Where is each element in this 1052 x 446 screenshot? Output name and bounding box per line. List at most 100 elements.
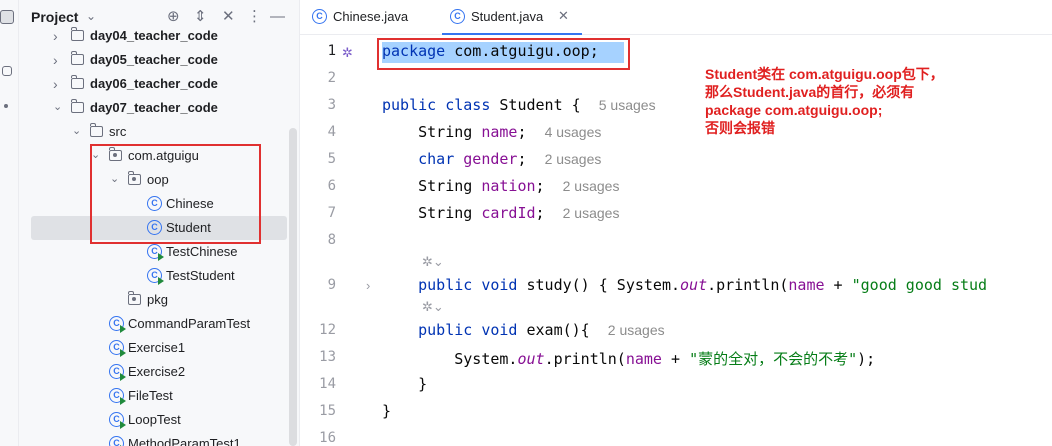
line-number: 15 — [319, 403, 336, 419]
annotation-line: Student类在 com.atguigu.oop包下， — [705, 66, 944, 82]
usages-hint[interactable]: 2 usages — [563, 205, 620, 221]
tree-item-label: MethodParamTest1 — [128, 436, 241, 446]
class-icon: C — [312, 9, 327, 24]
ai-assistant-icon[interactable]: ✲⌄ — [422, 254, 444, 270]
chevron-down-icon[interactable]: ⌄ — [72, 124, 81, 137]
runnable-class-icon: C — [147, 244, 164, 261]
code-token: out — [680, 276, 708, 294]
package-highlight-box — [90, 144, 261, 244]
line-number: 12 — [319, 322, 336, 338]
code-line[interactable]: public class Student { 5 usages — [382, 96, 656, 114]
usages-hint[interactable]: 2 usages — [545, 151, 602, 167]
code-token: "good good stud — [851, 276, 988, 294]
code-line[interactable]: System.out.println(name + "蒙的全对，不会的不考"); — [382, 348, 875, 369]
code-line[interactable]: String name; 4 usages — [382, 123, 601, 141]
tool-window-strip — [0, 0, 19, 446]
code-line[interactable]: String nation; 2 usages — [382, 177, 619, 195]
line-number: 13 — [319, 349, 336, 365]
editor-tab-bar: C Chinese.java C Student.java ✕ — [300, 0, 1052, 35]
code-token: ; — [535, 177, 563, 195]
project-panel-title[interactable]: Project — [31, 9, 78, 25]
code-token: study() { System. — [526, 276, 681, 294]
tree-item[interactable]: ⌄ src — [19, 120, 287, 144]
tree-item-label: day06_teacher_code — [90, 76, 218, 91]
tree-item-label: LoopTest — [128, 412, 181, 427]
code-token: + — [824, 276, 852, 294]
tree-item-label: CommandParamTest — [128, 316, 251, 331]
code-token: } — [382, 402, 392, 420]
code-token: public class — [382, 96, 500, 114]
line-number: 8 — [327, 232, 336, 248]
structure-tool-icon[interactable] — [2, 66, 12, 76]
tree-item[interactable]: › day06_teacher_code — [19, 72, 287, 96]
usages-hint[interactable]: 2 usages — [608, 322, 665, 338]
class-icon: C — [450, 9, 465, 24]
code-token: cardId — [481, 204, 536, 222]
ai-assistant-icon[interactable]: ✲ — [342, 45, 353, 61]
code-token: out — [517, 350, 545, 368]
tree-item[interactable]: C TestStudent — [19, 264, 287, 288]
line-number: 3 — [327, 97, 336, 113]
code-token: + — [661, 350, 690, 368]
code-token: name — [481, 123, 518, 141]
code-line[interactable]: public void study() { System.out.println… — [382, 276, 987, 294]
tree-item-label: day07_teacher_code — [90, 100, 218, 115]
more-tools-icon[interactable] — [4, 104, 8, 108]
folder-icon — [70, 51, 84, 65]
tree-item[interactable]: pkg — [19, 288, 287, 312]
code-token: String — [382, 204, 482, 222]
tree-item[interactable]: C MethodParamTest1 — [19, 432, 287, 446]
chevron-right-icon[interactable]: › — [53, 52, 58, 68]
usages-hint[interactable]: 4 usages — [545, 124, 602, 140]
code-line[interactable]: } — [382, 375, 427, 393]
chevron-right-icon[interactable]: › — [53, 76, 58, 92]
usages-hint[interactable]: 2 usages — [563, 178, 620, 194]
tree-item[interactable]: C Exercise2 — [19, 360, 287, 384]
code-token: ); — [857, 350, 876, 368]
tab-chinese-java[interactable]: C Chinese.java — [312, 0, 432, 34]
ai-assistant-icon[interactable]: ✲⌄ — [422, 299, 444, 315]
fold-chevron-icon[interactable]: › — [366, 278, 370, 293]
tree-item[interactable]: C LoopTest — [19, 408, 287, 432]
tree-item[interactable]: C Exercise1 — [19, 336, 287, 360]
code-line[interactable]: public void exam(){ 2 usages — [382, 321, 665, 339]
code-token: .println( — [544, 350, 626, 368]
code-token: public void — [382, 321, 527, 339]
tab-label: Chinese.java — [333, 9, 409, 24]
line-number: 16 — [319, 430, 336, 446]
tree-scrollbar[interactable] — [289, 128, 297, 446]
code-token: char — [382, 150, 464, 168]
line-number: 1 — [327, 43, 336, 59]
code-line[interactable]: char gender; 2 usages — [382, 150, 601, 168]
project-tool-icon[interactable] — [0, 10, 14, 24]
tree-item-label: day04_teacher_code — [90, 28, 218, 43]
tree-item[interactable]: › day05_teacher_code — [19, 48, 287, 72]
tree-item[interactable]: ⌄ day07_teacher_code — [19, 96, 287, 120]
line-number: 14 — [319, 376, 336, 392]
usages-hint[interactable]: 5 usages — [599, 97, 656, 113]
code-line[interactable]: String cardId; 2 usages — [382, 204, 619, 222]
close-tab-icon[interactable]: ✕ — [558, 8, 569, 24]
chevron-down-icon[interactable]: ⌄ — [53, 100, 62, 113]
annotation-line: 那么Student.java的首行，必须有 — [705, 84, 915, 100]
annotation-line: package com.atguigu.oop; — [705, 102, 883, 118]
code-token: public void — [382, 276, 527, 294]
code-token: String — [382, 177, 482, 195]
runnable-class-icon: C — [109, 316, 126, 333]
code-token: Student { — [499, 96, 599, 114]
code-token: gender — [463, 150, 518, 168]
code-line[interactable]: } — [382, 402, 391, 420]
tree-item-label: FileTest — [128, 388, 173, 403]
tree-item[interactable]: C CommandParamTest — [19, 312, 287, 336]
runnable-class-icon: C — [109, 436, 126, 446]
tab-student-java[interactable]: C Student.java ✕ — [442, 0, 582, 35]
folder-icon — [70, 75, 84, 89]
tree-item[interactable]: › day04_teacher_code — [19, 24, 287, 48]
chevron-right-icon[interactable]: › — [53, 28, 58, 44]
code-token: System. — [382, 350, 518, 368]
code-token: "蒙的全对，不会的不考" — [689, 350, 858, 368]
tree-item[interactable]: C FileTest — [19, 384, 287, 408]
chevron-down-icon[interactable]: ⌄ — [86, 9, 96, 23]
tab-label: Student.java — [471, 9, 544, 24]
code-token: ; — [517, 123, 545, 141]
